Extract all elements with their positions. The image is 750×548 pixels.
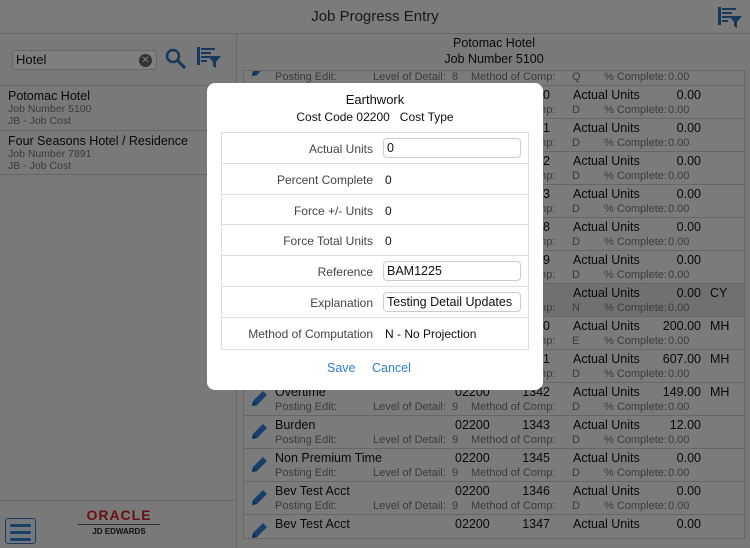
field-value: 0	[385, 203, 392, 218]
cost-type: Cost Type	[399, 110, 454, 124]
field-input[interactable]: BAM1225	[383, 261, 521, 282]
field-label: Actual Units	[308, 142, 373, 156]
form-row: Actual Units 0	[222, 133, 528, 164]
field-label: Reference	[317, 265, 373, 280]
detail-form: Actual Units 0 Percent Complete 0 Force +/- …	[221, 132, 529, 350]
form-row: Explanation Testing Detail Updates	[222, 287, 528, 318]
field-input[interactable]: 0	[383, 138, 521, 158]
field-value: 0	[385, 234, 392, 249]
form-row: Method of Computation N - No Projection	[222, 318, 528, 349]
save-button[interactable]: Save	[327, 361, 356, 375]
dialog-subtitle: Cost Code 02200 Cost Type	[207, 110, 543, 124]
edit-detail-dialog: Earthwork Cost Code 02200 Cost Type Actua…	[207, 83, 543, 390]
field-value: 0	[385, 172, 392, 187]
cancel-button[interactable]: Cancel	[372, 361, 411, 375]
field-input[interactable]: Testing Detail Updates	[383, 291, 521, 312]
form-row: Percent Complete 0	[222, 164, 528, 195]
form-row: Reference BAM1225	[222, 256, 528, 287]
dialog-title: Earthwork	[345, 92, 405, 107]
field-label: Force Total Units	[283, 234, 373, 249]
cost-code: Cost Code 02200	[296, 110, 390, 124]
field-label: Force +/- Units	[293, 203, 373, 218]
form-row: Force Total Units 0	[222, 225, 528, 257]
form-row: Force +/- Units 0	[222, 195, 528, 226]
field-value: N - No Projection	[385, 326, 477, 341]
field-label: Explanation	[310, 295, 373, 310]
field-label: Method of Computation	[248, 326, 373, 341]
field-label: Percent Complete	[276, 172, 373, 187]
